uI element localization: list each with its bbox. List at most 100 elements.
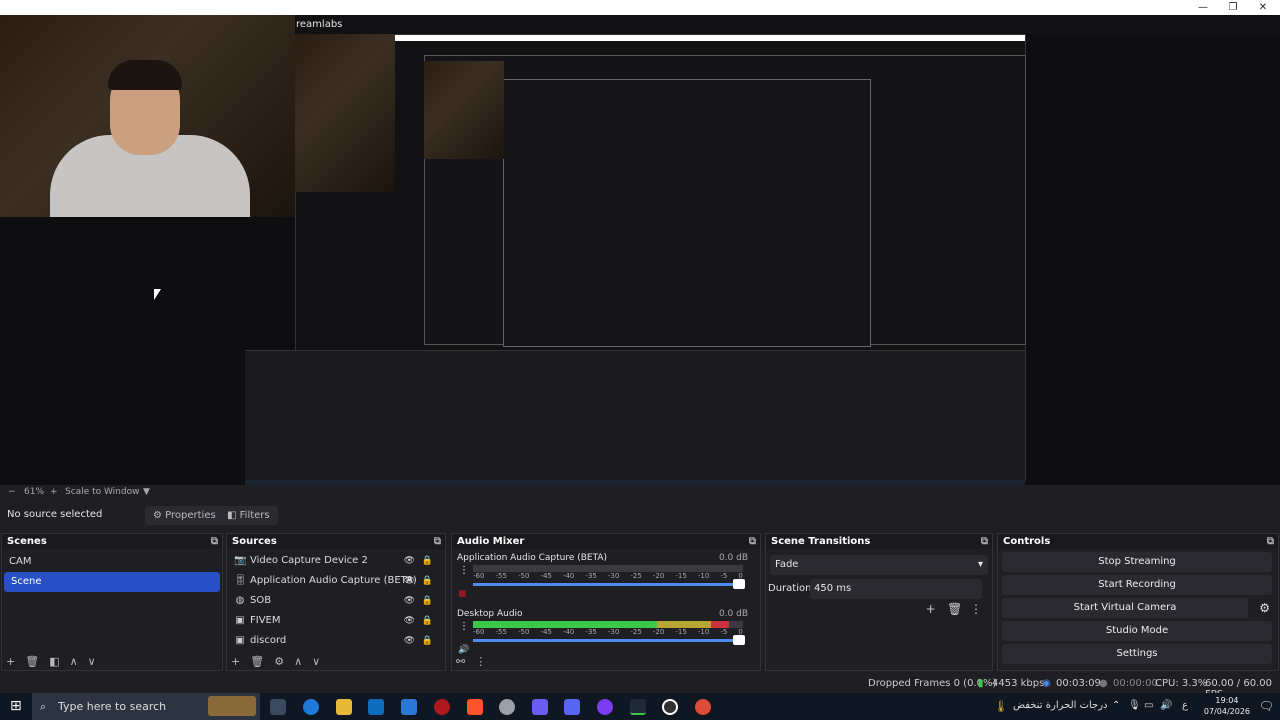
slider-knob[interactable] bbox=[733, 635, 745, 645]
lock-icon[interactable]: 🔒 bbox=[422, 591, 433, 611]
dock-pin-icon[interactable]: ⧉ bbox=[211, 534, 218, 549]
maximize-button[interactable]: ❐ bbox=[1218, 0, 1248, 15]
preview-canvas[interactable] bbox=[0, 15, 1280, 496]
app-icon-purple[interactable] bbox=[532, 699, 548, 715]
discord-icon[interactable] bbox=[564, 699, 580, 715]
source-item[interactable]: 🎚 Application Audio Capture (BETA) 👁 🔒 bbox=[227, 571, 445, 591]
dock-pin-icon[interactable]: ⧉ bbox=[749, 534, 756, 549]
gear-icon[interactable]: ⚙ bbox=[274, 655, 284, 668]
source-item[interactable]: ▣ discord 👁 🔒 bbox=[227, 631, 445, 651]
scene-item-scene[interactable]: Scene bbox=[4, 572, 220, 592]
zoom-in-button[interactable]: + bbox=[50, 487, 58, 497]
windows-start-icon[interactable]: ⊞ bbox=[10, 698, 22, 714]
close-button[interactable]: ✕ bbox=[1248, 0, 1278, 15]
outlook-icon[interactable] bbox=[368, 699, 384, 715]
terminal-icon[interactable] bbox=[630, 699, 646, 715]
tray-chevron-icon[interactable]: ⌃ bbox=[1112, 700, 1120, 711]
dock-pin-icon[interactable]: ⧉ bbox=[1267, 534, 1274, 549]
clock[interactable]: 19:04 07/04/2026 bbox=[1204, 695, 1250, 717]
lock-icon[interactable]: 🔒 bbox=[422, 611, 433, 631]
add-icon[interactable]: + bbox=[926, 602, 936, 616]
speaker-icon[interactable]: ■ bbox=[458, 589, 467, 599]
duration-input[interactable]: 450 ms bbox=[810, 579, 982, 599]
minimize-button[interactable]: — bbox=[1188, 0, 1218, 15]
zoom-value: 61% bbox=[24, 487, 45, 497]
eye-icon[interactable]: 👁 bbox=[404, 611, 415, 631]
obs-icon[interactable] bbox=[662, 699, 678, 715]
taskbar-search[interactable]: ⌕ Type here to search bbox=[32, 693, 260, 720]
source-item[interactable]: ◍ SOB 👁 🔒 bbox=[227, 591, 445, 611]
trash-icon[interactable]: 🗑 bbox=[250, 655, 264, 668]
start-recording-button[interactable]: Start Recording bbox=[1002, 575, 1272, 595]
edge-icon[interactable] bbox=[303, 699, 319, 715]
trash-icon[interactable]: 🗑 bbox=[947, 602, 962, 616]
scene-item-cam[interactable]: CAM bbox=[2, 552, 222, 572]
up-icon[interactable]: ∧ bbox=[70, 655, 78, 668]
add-icon[interactable]: + bbox=[6, 655, 15, 668]
task-view-icon[interactable] bbox=[270, 699, 286, 715]
file-explorer-icon[interactable] bbox=[336, 699, 352, 715]
trash-icon[interactable]: 🗑 bbox=[25, 655, 39, 668]
up-icon[interactable]: ∧ bbox=[294, 655, 302, 668]
start-virtual-camera-button[interactable]: Start Virtual Camera bbox=[1002, 598, 1248, 618]
properties-button[interactable]: ⚙ Properties bbox=[145, 506, 224, 525]
eye-icon[interactable]: 👁 bbox=[404, 571, 415, 591]
chevron-down-icon[interactable]: ▼ bbox=[143, 487, 150, 497]
microphone-icon[interactable]: 🎙 bbox=[1128, 700, 1141, 711]
transition-select[interactable]: Fade ▾ bbox=[770, 555, 988, 575]
lock-icon[interactable]: 🔒 bbox=[422, 571, 433, 591]
zoom-out-button[interactable]: − bbox=[8, 487, 16, 497]
volume-meter bbox=[473, 621, 743, 628]
menu-icon[interactable]: ⋮ bbox=[459, 621, 469, 632]
source-item[interactable]: ▣ FIVEM 👁 🔒 bbox=[227, 611, 445, 631]
network-icon[interactable]: ▭ bbox=[1144, 700, 1153, 711]
eye-icon[interactable]: 👁 bbox=[404, 591, 415, 611]
lock-icon[interactable]: 🔒 bbox=[422, 631, 433, 651]
volume-slider[interactable] bbox=[473, 635, 745, 645]
menu-icon[interactable]: ⋮ bbox=[475, 655, 486, 668]
menu-icon[interactable]: ⋮ bbox=[970, 602, 982, 616]
controls-title: Controls bbox=[1003, 536, 1051, 547]
filters-button[interactable]: ◧ Filters bbox=[219, 506, 278, 525]
notification-icon[interactable]: 🗨 bbox=[1259, 699, 1274, 713]
gear-icon[interactable]: ⚙ bbox=[1259, 601, 1270, 615]
scale-tick: -10 bbox=[697, 628, 710, 636]
app-icon-gray[interactable] bbox=[499, 699, 515, 715]
mixer-channel: Desktop Audio 0.0 dB ⋮ -60 -55 -50 -45 -40 -35 -3… bbox=[452, 609, 760, 661]
scale-tick: -35 bbox=[585, 572, 597, 580]
volume-icon[interactable]: 🔊 bbox=[1160, 700, 1172, 711]
scale-tick: -55 bbox=[495, 628, 507, 636]
eye-icon[interactable]: 👁 bbox=[404, 551, 415, 571]
stop-streaming-button[interactable]: Stop Streaming bbox=[1002, 552, 1272, 572]
zoom-bar: − 61% + Scale to Window ▼ bbox=[0, 485, 1280, 499]
app-icon-red[interactable] bbox=[434, 699, 450, 715]
lock-icon[interactable]: 🔒 bbox=[422, 551, 433, 571]
settings-button[interactable]: Settings bbox=[1002, 644, 1272, 664]
eye-icon[interactable]: 👁 bbox=[404, 631, 415, 651]
scale-tick: -35 bbox=[585, 628, 597, 636]
language-indicator[interactable]: ع bbox=[1182, 700, 1188, 711]
app-icon-violet[interactable] bbox=[597, 699, 613, 715]
filter-icon[interactable]: ◧ bbox=[49, 655, 59, 668]
add-icon[interactable]: + bbox=[231, 655, 240, 668]
dock-pin-icon[interactable]: ⧉ bbox=[434, 534, 441, 549]
dock-pin-icon[interactable]: ⧉ bbox=[981, 534, 988, 549]
source-label: FIVEM bbox=[250, 615, 281, 626]
scale-mode[interactable]: Scale to Window bbox=[65, 487, 139, 497]
menu-icon[interactable]: ⋮ bbox=[459, 565, 469, 576]
window-icon: ▣ bbox=[235, 635, 245, 646]
link-icon[interactable]: ⚯ bbox=[456, 655, 465, 668]
chrome-icon[interactable] bbox=[695, 699, 711, 715]
volume-slider[interactable] bbox=[473, 579, 745, 589]
down-icon[interactable]: ∨ bbox=[88, 655, 96, 668]
studio-mode-button[interactable]: Studio Mode bbox=[1002, 621, 1272, 641]
slider-knob[interactable] bbox=[733, 579, 745, 589]
down-icon[interactable]: ∨ bbox=[312, 655, 320, 668]
store-icon[interactable] bbox=[401, 699, 417, 715]
sources-title: Sources bbox=[232, 536, 277, 547]
source-item[interactable]: 📷 Video Capture Device 2 👁 🔒 bbox=[227, 551, 445, 571]
speaker-icon[interactable]: 🔊 bbox=[458, 645, 469, 655]
brave-icon[interactable] bbox=[467, 699, 483, 715]
audio-icon: 🎚 bbox=[234, 575, 247, 586]
scenes-title: Scenes bbox=[7, 536, 47, 547]
